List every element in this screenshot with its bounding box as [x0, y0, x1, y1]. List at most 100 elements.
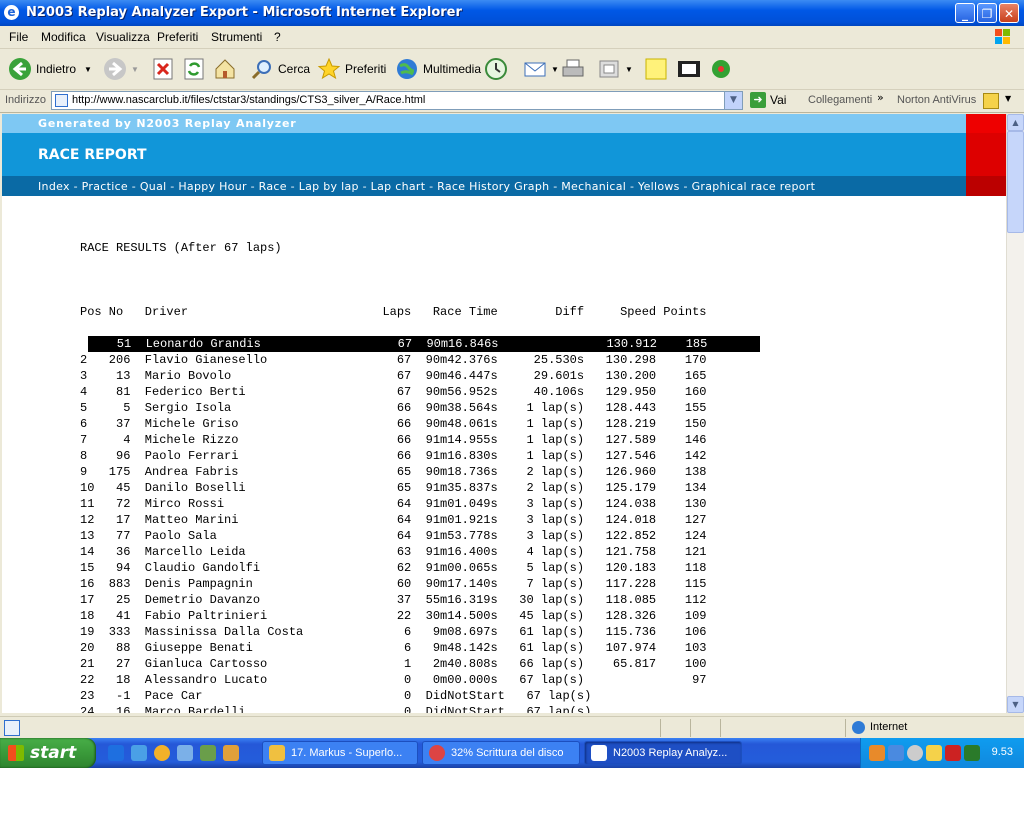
history-button[interactable]: [484, 55, 512, 83]
table-row: 7 4 Michele Rizzo 66 91m14.955s 1 lap(s)…: [80, 433, 707, 447]
back-dropdown-icon[interactable]: ▼: [84, 65, 92, 74]
forward-dropdown-icon[interactable]: ▼: [131, 65, 139, 74]
note-icon: [645, 58, 667, 80]
windows-logo-icon: [995, 29, 1010, 44]
quicklaunch-ie-icon[interactable]: [108, 745, 124, 761]
table-row: 18 41 Fabio Paltrinieri 22 30m14.500s 45…: [80, 609, 707, 623]
mail-dropdown-icon[interactable]: ▼: [551, 65, 559, 74]
task-ie-icon: [591, 745, 607, 761]
scroll-thumb[interactable]: [1007, 131, 1024, 233]
flower-icon: [712, 60, 730, 78]
table-row: 16 883 Denis Pampagnin 60 90m17.140s 7 l…: [80, 577, 707, 591]
refresh-button[interactable]: [182, 55, 210, 83]
messenger-button[interactable]: [677, 55, 705, 83]
toolbar: Indietro ▼ ▼ Cerca Preferiti Multimedia: [0, 49, 1024, 90]
results-blank: [80, 272, 760, 288]
window-title-bar[interactable]: e N2003 Replay Analyzer Export - Microso…: [0, 0, 1024, 26]
links-toolbar[interactable]: Collegamenti: [808, 94, 872, 106]
page-content: Generated by N2003 Replay Analyzer RACE …: [2, 114, 1006, 713]
tray-icon-3[interactable]: [907, 745, 923, 761]
results-rows: 51 Leonardo Grandis 67 90m16.846s 130.91…: [80, 336, 760, 713]
norton-icon[interactable]: [983, 93, 999, 109]
edit-dropdown-icon[interactable]: ▼: [625, 65, 633, 74]
address-input[interactable]: http://www.nascarclub.it/files/ctstar3/s…: [51, 91, 743, 110]
mail-button[interactable]: ▼: [523, 55, 559, 83]
scroll-up-button[interactable]: ▲: [1007, 114, 1024, 131]
window-title: N2003 Replay Analyzer Export - Microsoft…: [26, 5, 462, 20]
print-button[interactable]: [561, 55, 589, 83]
edit-button[interactable]: ▼: [597, 55, 633, 83]
stop-button[interactable]: [151, 55, 179, 83]
start-button[interactable]: start: [0, 738, 96, 768]
vertical-scrollbar[interactable]: ▲ ▼: [1006, 114, 1024, 713]
table-row: 8 96 Paolo Ferrari 66 91m16.830s 1 lap(s…: [80, 449, 707, 463]
go-button[interactable]: ➜ Vai: [750, 92, 786, 108]
task-burn-icon: [429, 745, 445, 761]
table-row: 19 333 Massinissa Dalla Costa 6 9m08.697…: [80, 625, 707, 639]
home-button[interactable]: [213, 55, 241, 83]
menu-modifica[interactable]: Modifica: [41, 30, 86, 44]
back-button[interactable]: Indietro ▼: [8, 55, 92, 83]
desktop-screen: e N2003 Replay Analyzer Export - Microso…: [0, 0, 1024, 768]
address-dropdown-icon[interactable]: ▼: [724, 92, 742, 109]
quicklaunch-edit-icon[interactable]: [223, 745, 239, 761]
search-button[interactable]: Cerca: [250, 55, 310, 83]
table-row: 2 206 Flavio Gianesello 67 90m42.376s 25…: [80, 353, 707, 367]
media-label: Multimedia: [423, 62, 482, 76]
discuss-button[interactable]: [644, 55, 672, 83]
film-icon: [678, 61, 700, 77]
table-row: 11 72 Mirco Rossi 64 91m01.049s 3 lap(s)…: [80, 497, 707, 511]
close-button[interactable]: ✕: [999, 3, 1019, 23]
tray-icon-1[interactable]: [869, 745, 885, 761]
back-arrow-icon: [9, 58, 31, 80]
report-title: RACE REPORT: [38, 147, 147, 163]
forward-button[interactable]: ▼: [103, 55, 139, 83]
report-nav-bar: Index - Practice - Qual - Happy Hour - R…: [2, 176, 966, 196]
tray-network-icon[interactable]: [964, 745, 980, 761]
task-label: 32% Scrittura del disco: [451, 747, 564, 759]
favorites-button[interactable]: Preferiti: [317, 55, 386, 83]
search-label: Cerca: [278, 62, 311, 76]
menu-visualizza[interactable]: Visualizza: [96, 30, 150, 44]
back-label: Indietro: [36, 62, 77, 76]
table-row: 6 37 Michele Griso 66 90m48.061s 1 lap(s…: [80, 417, 707, 431]
tray-norton-icon[interactable]: [926, 745, 942, 761]
system-tray: 9.53: [860, 738, 1024, 768]
menu-strumenti[interactable]: Strumenti: [211, 30, 262, 44]
menu-bar: File Modifica Visualizza Preferiti Strum…: [0, 26, 1024, 49]
task-button-winamp[interactable]: 17. Markus - Superlo...: [262, 741, 418, 765]
menu-preferiti[interactable]: Preferiti: [157, 30, 198, 44]
task-button-disk-write[interactable]: 32% Scrittura del disco: [422, 741, 580, 765]
address-bar: Indirizzo http://www.nascarclub.it/files…: [0, 90, 1024, 113]
ie-icon: e: [4, 5, 19, 20]
mail-icon: [524, 62, 546, 77]
table-row: 21 27 Gianluca Cartosso 1 2m40.808s 66 l…: [80, 657, 707, 671]
table-row: 3 13 Mario Bovolo 67 90m46.447s 29.601s …: [80, 369, 707, 383]
printer-icon: [562, 59, 584, 77]
scroll-down-button[interactable]: ▼: [1007, 696, 1024, 713]
report-title-banner: RACE REPORT: [2, 133, 966, 176]
tray-winamp-icon[interactable]: [945, 745, 961, 761]
refresh-icon: [184, 58, 204, 80]
icq-button[interactable]: [709, 55, 737, 83]
report-nav-links[interactable]: Index - Practice - Qual - Happy Hour - R…: [38, 180, 815, 193]
table-row: 24 16 Marco Bardelli 0 DidNotStart 67 la…: [80, 705, 714, 713]
quicklaunch-outlook-icon[interactable]: [131, 745, 147, 761]
quicklaunch-app-icon[interactable]: [177, 745, 193, 761]
menu-help[interactable]: ?: [274, 30, 281, 44]
quicklaunch-network-icon[interactable]: [200, 745, 216, 761]
norton-antivirus-button[interactable]: Norton AntiVirus: [897, 94, 976, 106]
star-icon: [317, 57, 341, 80]
minimize-button[interactable]: _: [955, 3, 975, 23]
windows-flag-icon: [8, 745, 24, 761]
tray-icon-2[interactable]: [888, 745, 904, 761]
links-chevron-icon[interactable]: »: [877, 91, 884, 104]
quicklaunch-media-icon[interactable]: [154, 745, 170, 761]
media-button[interactable]: Multimedia: [395, 55, 481, 83]
address-url[interactable]: http://www.nascarclub.it/files/ctstar3/s…: [72, 94, 425, 106]
table-row: 14 36 Marcello Leida 63 91m16.400s 4 lap…: [80, 545, 707, 559]
menu-file[interactable]: File: [9, 30, 28, 44]
restore-button[interactable]: ❐: [977, 3, 997, 23]
norton-dropdown-icon[interactable]: ▼: [1005, 94, 1011, 103]
task-button-ie[interactable]: N2003 Replay Analyz...: [584, 741, 742, 765]
